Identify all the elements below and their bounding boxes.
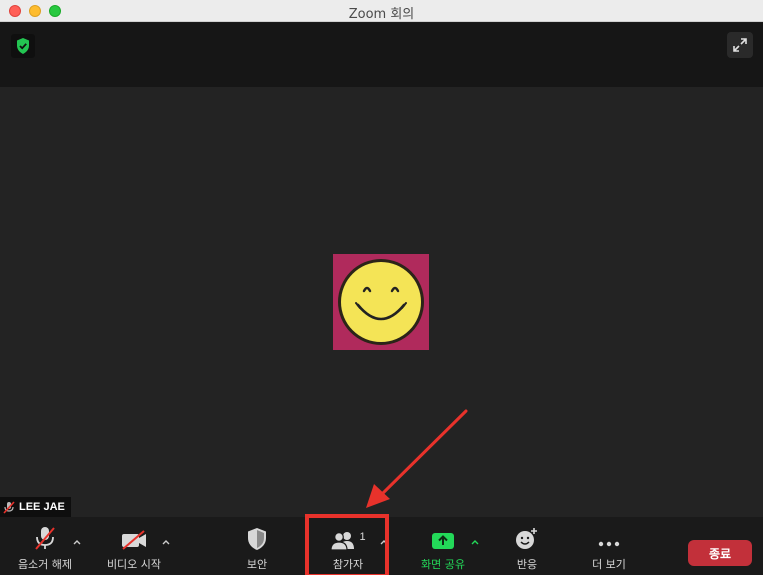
unmute-label: 음소거 해제 (17, 558, 73, 571)
participants-label: 참가자 (332, 558, 364, 571)
fullscreen-button[interactable] (727, 32, 753, 58)
video-off-icon (122, 530, 146, 550)
mic-muted-icon (35, 527, 55, 550)
more-label: 더 보기 (592, 558, 626, 571)
reactions-label: 반응 (516, 558, 538, 571)
encryption-badge[interactable] (11, 34, 35, 58)
people-icon (330, 532, 355, 551)
video-options-caret[interactable] (161, 537, 171, 547)
start-video-label: 비디오 시작 (106, 558, 162, 571)
shield-icon (248, 528, 266, 550)
smiley-plus-icon (516, 528, 537, 549)
participants-button[interactable]: 1 참가자 (318, 517, 378, 575)
meeting-top-strip (0, 23, 763, 87)
shield-check-icon (17, 38, 29, 54)
mic-muted-icon (3, 500, 15, 514)
chevron-up-icon (380, 540, 388, 545)
security-button[interactable]: 보안 (232, 517, 282, 575)
smiley-face-icon (338, 259, 424, 345)
start-video-button[interactable]: 비디오 시작 (100, 517, 168, 575)
window-title: Zoom 회의 (348, 7, 415, 22)
ellipsis-icon (598, 541, 620, 547)
participant-name: LEE JAE (19, 501, 65, 513)
unmute-button[interactable]: 음소거 해제 (12, 517, 78, 575)
meeting-toolbar: 음소거 해제 비디오 시작 보안 1 참가자 화면 공유 반응 더 보기 (0, 517, 763, 575)
chevron-up-icon (73, 540, 81, 545)
title-bar: Zoom 회의 (0, 0, 763, 22)
chevron-up-icon (162, 540, 170, 545)
participants-options-caret[interactable] (379, 537, 389, 547)
share-up-arrow-icon (432, 533, 454, 549)
share-screen-label: 화면 공유 (421, 558, 465, 571)
more-button[interactable]: 더 보기 (584, 517, 634, 575)
chevron-up-icon (471, 540, 479, 545)
participant-name-tag: LEE JAE (0, 497, 71, 517)
audio-options-caret[interactable] (72, 537, 82, 547)
end-meeting-button[interactable]: 종료 (688, 540, 752, 566)
participant-avatar (333, 254, 429, 350)
expand-icon (733, 38, 747, 52)
reactions-button[interactable]: 반응 (507, 517, 547, 575)
share-options-caret[interactable] (470, 537, 480, 547)
security-label: 보안 (246, 558, 268, 571)
participants-count: 1 (359, 531, 366, 543)
share-screen-button[interactable]: 화면 공유 (414, 517, 472, 575)
